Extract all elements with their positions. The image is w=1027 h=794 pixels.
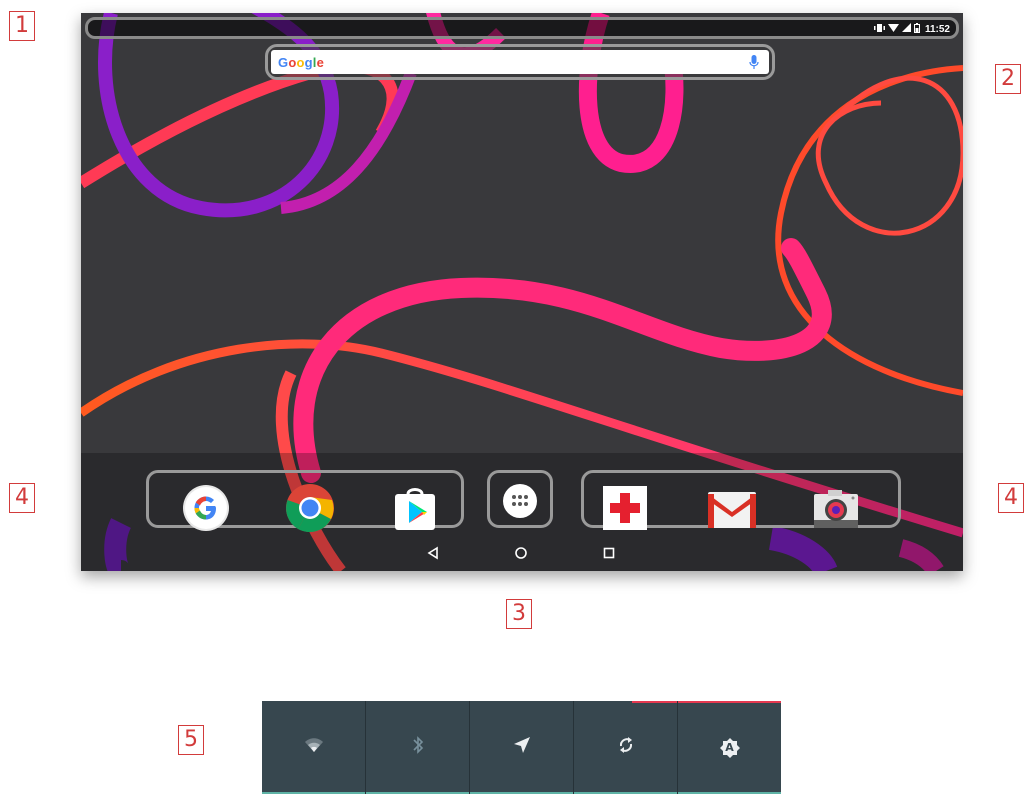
search-widget[interactable]: Google (265, 44, 775, 80)
google-search-bar[interactable]: Google (271, 50, 769, 74)
recents-icon[interactable] (602, 546, 616, 565)
callout-4-right: 4 (998, 483, 1024, 513)
callout-3: 3 (506, 599, 532, 629)
home-screen: 11:52 Google (81, 13, 963, 571)
callout-2: 2 (995, 64, 1021, 94)
qs-tile-bluetooth[interactable] (366, 701, 470, 794)
location-icon (512, 735, 532, 760)
google-app-icon[interactable] (182, 484, 230, 537)
qs-tile-auto-rotate[interactable] (574, 701, 678, 794)
callout-1: 1 (9, 11, 35, 41)
gmail-icon[interactable] (706, 484, 758, 537)
qs-tile-location[interactable] (470, 701, 574, 794)
back-icon[interactable] (426, 546, 440, 565)
status-time: 11:52 (924, 23, 950, 35)
callout-4-left: 4 (9, 483, 35, 513)
auto-brightness-icon: A (719, 737, 740, 758)
home-icon[interactable] (514, 546, 528, 565)
app-drawer-icon[interactable] (502, 483, 538, 524)
auto-rotate-icon (617, 735, 635, 760)
brightness-letter: A (725, 740, 734, 754)
signal-icon (901, 23, 911, 35)
camera-icon[interactable] (812, 484, 860, 537)
wifi-icon (304, 737, 324, 758)
chrome-icon[interactable] (286, 484, 334, 537)
callout-5: 5 (178, 725, 204, 755)
status-bar: 11:52 (85, 17, 959, 39)
battery-icon (913, 22, 920, 36)
play-store-icon[interactable] (391, 484, 439, 537)
quick-settings-panel: A (262, 701, 781, 794)
google-logo: Google (278, 55, 325, 70)
vibrate-icon (873, 23, 885, 36)
qs-tile-auto-brightness[interactable]: A (678, 701, 781, 794)
status-icons: 11:52 (873, 21, 950, 37)
bluetooth-icon (411, 735, 425, 760)
first-aid-app-icon[interactable] (601, 484, 649, 537)
wifi-icon (887, 23, 899, 35)
qs-tile-wifi[interactable] (262, 701, 366, 794)
mic-icon[interactable] (749, 53, 759, 76)
